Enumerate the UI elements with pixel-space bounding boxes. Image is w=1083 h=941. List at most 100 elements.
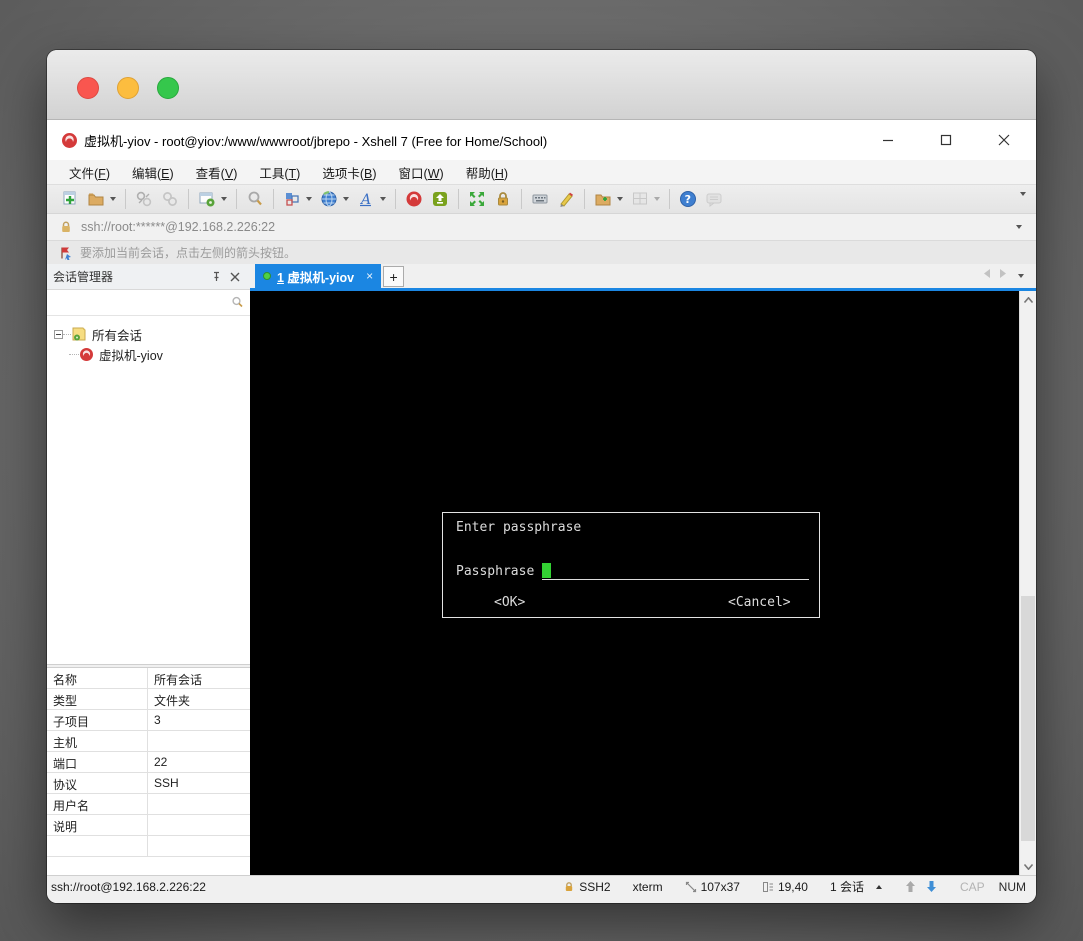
desktop-background: 虚拟机-yiov - root@yiov:/www/wwwroot/jbrepo… <box>0 0 1083 941</box>
web-browser-icon[interactable] <box>318 188 340 210</box>
passphrase-dialog: Enter passphrase Passphrase <OK> <Cancel… <box>442 512 820 618</box>
scroll-down-icon[interactable] <box>1020 858 1036 875</box>
tab-bar: 1 虚拟机-yiov × + <box>250 264 1036 288</box>
session-properties-icon[interactable] <box>196 188 218 210</box>
menu-item-window[interactable]: 窗口(W) <box>391 160 452 185</box>
toolbar-overflow-dropdown[interactable] <box>1020 192 1026 196</box>
mac-close-button[interactable] <box>77 77 99 99</box>
app-titlebar[interactable]: 虚拟机-yiov - root@yiov:/www/wwwroot/jbrepo… <box>47 120 1036 160</box>
session-manager-title: 会话管理器 <box>53 270 114 284</box>
pin-icon[interactable] <box>208 268 226 286</box>
table-row: 用户名 <box>47 794 250 815</box>
tip-bar: 要添加当前会话，点击左侧的箭头按钮。 <box>47 241 1036 264</box>
terminal-scrollbar[interactable] <box>1019 291 1036 875</box>
font-icon[interactable]: A <box>355 188 377 210</box>
menu-item-view[interactable]: 查看(V) <box>188 160 246 185</box>
window-title: 虚拟机-yiov - root@yiov:/www/wwwroot/jbrepo… <box>84 133 548 149</box>
new-file-dropdown[interactable] <box>617 197 623 201</box>
status-cursor-position: 19,40 <box>762 880 808 894</box>
scrollbar-thumb[interactable] <box>1021 596 1035 841</box>
menu-item-tabs[interactable]: 选项卡(B) <box>314 160 384 185</box>
open-folder-dropdown[interactable] <box>110 197 116 201</box>
dialog-title: Enter passphrase <box>456 520 582 535</box>
session-manager-header: 会话管理器 <box>47 264 250 290</box>
status-terminal-type[interactable]: xterm <box>633 880 663 894</box>
xftp-icon[interactable] <box>429 188 451 210</box>
table-row: 名称 所有会话 <box>47 668 250 689</box>
tab-close-icon[interactable]: × <box>366 269 373 283</box>
menu-item-help[interactable]: 帮助(H) <box>458 160 516 185</box>
tab-list-dropdown[interactable] <box>1018 274 1024 278</box>
tree-label[interactable]: 虚拟机-yiov <box>99 345 163 364</box>
mac-window: 虚拟机-yiov - root@yiov:/www/wwwroot/jbrepo… <box>47 50 1036 903</box>
minimize-button[interactable] <box>874 128 902 152</box>
collapse-icon[interactable] <box>54 329 63 339</box>
session-search-input[interactable] <box>47 292 228 313</box>
sessions-folder-icon <box>71 326 87 342</box>
mac-titlebar[interactable] <box>47 50 1036 120</box>
open-folder-icon[interactable] <box>85 188 107 210</box>
table-row-empty <box>47 836 250 857</box>
tile-windows-dropdown <box>654 197 660 201</box>
status-session-count[interactable]: 1 会话 <box>830 878 882 895</box>
tab-scroll-right-icon <box>999 268 1008 279</box>
session-search-box[interactable] <box>47 290 250 316</box>
new-tab-button[interactable]: + <box>383 266 405 287</box>
scroll-to-bottom-icon[interactable] <box>925 880 938 893</box>
menu-item-tools[interactable]: 工具(T) <box>251 160 308 185</box>
tip-text: 要添加当前会话，点击左侧的箭头按钮。 <box>80 246 297 260</box>
color-scheme-icon[interactable] <box>281 188 303 210</box>
cancel-button[interactable]: <Cancel> <box>728 595 791 610</box>
find-icon[interactable] <box>244 188 266 210</box>
address-url[interactable]: ssh://root:******@192.168.2.226:22 <box>81 220 275 234</box>
scroll-to-top-icon[interactable] <box>904 880 917 893</box>
address-bar[interactable]: ssh://root:******@192.168.2.226:22 <box>47 214 1036 241</box>
font-dropdown[interactable] <box>380 197 386 201</box>
maximize-button[interactable] <box>932 128 960 152</box>
toolbar: A ? <box>47 184 1036 214</box>
main-area: 会话管理器 所有会话 虚拟机-yiov 名称 所有会话 类型 文件夹 子项目 3… <box>47 264 1036 875</box>
status-bar: ssh://root@192.168.2.226:22 SSH2 xterm 1… <box>47 875 1036 903</box>
status-caps-lock: CAP <box>959 879 985 894</box>
virtual-keyboard-icon[interactable] <box>529 188 551 210</box>
terminal-cursor <box>542 563 552 578</box>
lock-screen-icon[interactable] <box>492 188 514 210</box>
feedback-icon <box>703 188 725 210</box>
xshell-logo-icon <box>61 132 78 149</box>
status-num-lock: NUM <box>998 879 1026 894</box>
tab-session-active[interactable]: 1 虚拟机-yiov × <box>255 264 382 288</box>
panel-close-icon[interactable] <box>226 268 244 286</box>
svg-text:?: ? <box>685 193 691 206</box>
session-xshell-icon <box>79 347 94 362</box>
help-icon[interactable]: ? <box>677 188 699 210</box>
tree-item-all-sessions[interactable]: 所有会话 <box>47 324 250 344</box>
xshell-icon[interactable] <box>403 188 425 210</box>
status-url: ssh://root@192.168.2.226:22 <box>51 879 206 894</box>
address-dropdown[interactable] <box>1016 225 1022 229</box>
flag-icon <box>59 246 73 260</box>
tree-label[interactable]: 所有会话 <box>92 325 142 344</box>
session-properties-dropdown[interactable] <box>221 197 227 201</box>
session-count-dropdown-icon[interactable] <box>875 884 882 889</box>
compose-icon[interactable] <box>555 188 577 210</box>
color-scheme-dropdown[interactable] <box>306 197 312 201</box>
menu-item-file[interactable]: 文件(F) <box>61 160 118 185</box>
fullscreen-icon[interactable] <box>466 188 488 210</box>
mac-minimize-button[interactable] <box>117 77 139 99</box>
connected-dot-icon <box>263 272 271 280</box>
close-button[interactable] <box>990 128 1018 152</box>
search-icon[interactable] <box>228 294 246 312</box>
terminal-screen[interactable]: Enter passphrase Passphrase <OK> <Cancel… <box>250 291 1019 875</box>
passphrase-input[interactable] <box>542 563 809 580</box>
tile-windows-icon <box>629 188 651 210</box>
ok-button[interactable]: <OK> <box>494 595 525 610</box>
new-file-icon[interactable] <box>592 188 614 210</box>
scroll-up-icon[interactable] <box>1020 291 1036 308</box>
tree-item-session[interactable]: 虚拟机-yiov <box>47 344 250 364</box>
new-session-icon[interactable] <box>59 188 81 210</box>
passphrase-label: Passphrase <box>456 564 535 579</box>
web-browser-dropdown[interactable] <box>343 197 349 201</box>
table-row: 子项目 3 <box>47 710 250 731</box>
menu-item-edit[interactable]: 编辑(E) <box>124 160 182 185</box>
mac-zoom-button[interactable] <box>157 77 179 99</box>
